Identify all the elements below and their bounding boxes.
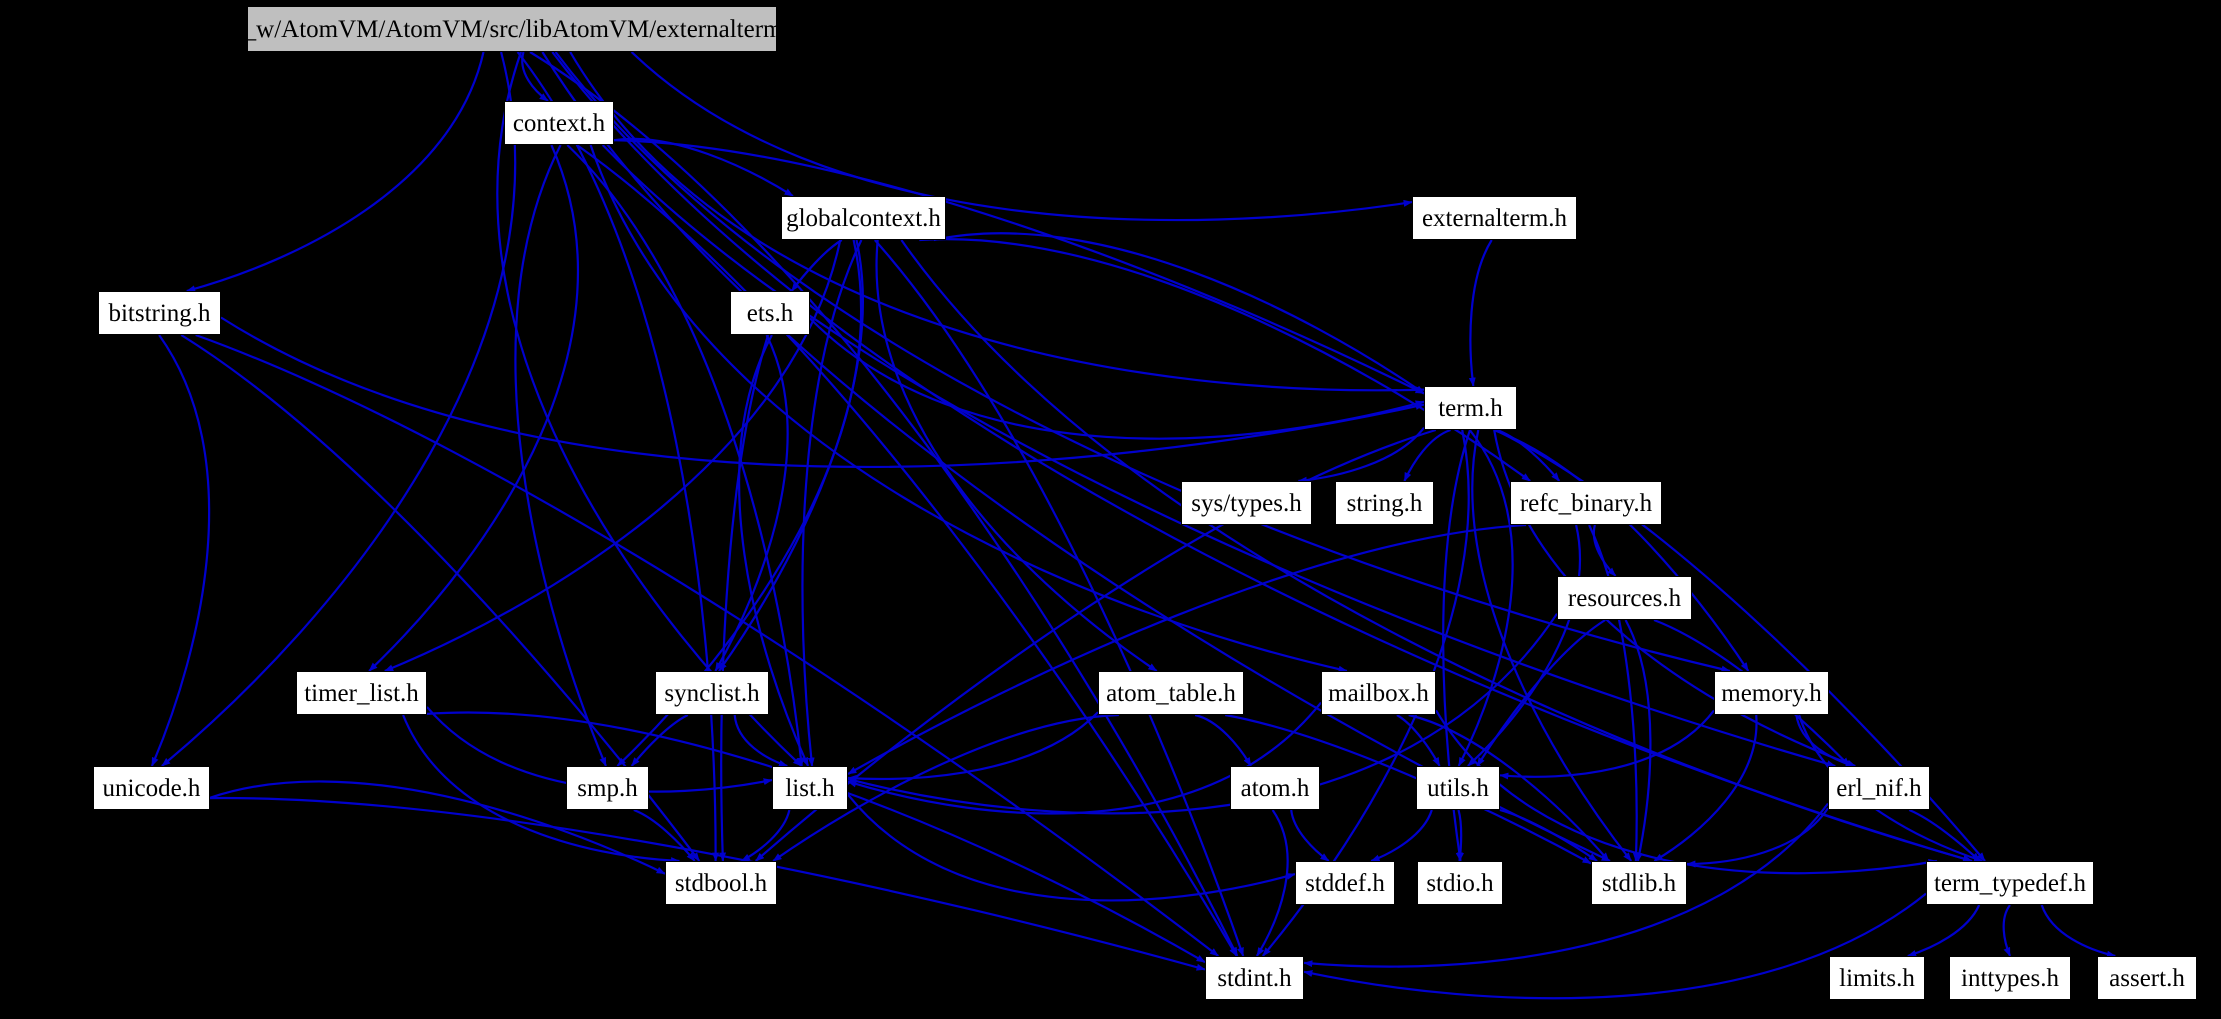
graph-edge-root-to-term xyxy=(569,51,1425,394)
graph-node-label: memory.h xyxy=(1721,679,1822,707)
graph-edge-resources-to-stdlib xyxy=(1624,619,1652,862)
graph-edge-memory-to-utils xyxy=(1499,709,1715,780)
graph-node-globalcontext[interactable]: globalcontext.h xyxy=(781,196,946,240)
graph-node-label: string.h xyxy=(1346,489,1423,517)
graph-node-label: refc_binary.h xyxy=(1519,489,1653,517)
graph-node-smp[interactable]: smp.h xyxy=(566,766,649,810)
graph-node-label: sys/types.h xyxy=(1191,489,1302,517)
graph-edge-globalcontext-to-term xyxy=(933,232,1425,395)
graph-node-root: /__w/AtomVM/AtomVM/src/libAtomVM/externa… xyxy=(224,6,800,52)
graph-node-erl_nif[interactable]: erl_nif.h xyxy=(1828,766,1930,810)
graph-edge-erl_nif-to-stdlib xyxy=(1686,807,1829,868)
graph-edge-atom-to-stddef xyxy=(1290,809,1330,862)
graph-node-stdbool[interactable]: stdbool.h xyxy=(665,861,777,905)
graph-edge-term_typedef-to-assert xyxy=(2040,904,2116,958)
graph-edge-bitstring-to-unicode xyxy=(150,334,211,767)
graph-node-label: stddef.h xyxy=(1305,869,1385,897)
graph-node-label: term_typedef.h xyxy=(1933,869,2087,897)
graph-edge-root-to-bitstring xyxy=(186,51,485,293)
graph-node-label: stdint.h xyxy=(1217,964,1292,992)
graph-node-term_typedef[interactable]: term_typedef.h xyxy=(1926,861,2094,905)
graph-node-label: term.h xyxy=(1438,394,1503,422)
graph-node-label: atom.h xyxy=(1240,774,1310,802)
graph-node-atom[interactable]: atom.h xyxy=(1230,766,1320,810)
graph-node-limits[interactable]: limits.h xyxy=(1829,956,1925,1000)
graph-node-label: utils.h xyxy=(1427,774,1489,802)
graph-node-label: /__w/AtomVM/AtomVM/src/libAtomVM/externa… xyxy=(224,15,800,43)
graph-edge-timer_list-to-stdint xyxy=(426,711,1206,964)
graph-edge-bitstring-to-term xyxy=(220,316,1425,468)
graph-node-list[interactable]: list.h xyxy=(772,766,848,810)
graph-node-label: list.h xyxy=(785,774,835,802)
graph-edge-refc_binary-to-utils xyxy=(1467,524,1582,767)
graph-node-label: unicode.h xyxy=(102,774,201,802)
graph-edge-context-to-smp xyxy=(514,144,607,767)
graph-node-unicode[interactable]: unicode.h xyxy=(93,766,210,810)
graph-node-label: timer_list.h xyxy=(304,679,419,707)
graph-edge-resources-to-utils xyxy=(1476,619,1606,767)
graph-node-stddef[interactable]: stddef.h xyxy=(1295,861,1395,905)
graph-node-synclist[interactable]: synclist.h xyxy=(655,671,769,715)
graph-node-label: stdio.h xyxy=(1426,869,1494,897)
edge-layer xyxy=(150,51,2116,1000)
graph-node-stdlib[interactable]: stdlib.h xyxy=(1591,861,1687,905)
graph-node-refc_binary[interactable]: refc_binary.h xyxy=(1510,481,1662,525)
graph-node-label: synclist.h xyxy=(664,679,760,707)
graph-edge-utils-to-stddef xyxy=(1370,809,1433,863)
graph-node-term[interactable]: term.h xyxy=(1424,386,1517,430)
graph-edge-root-to-memory xyxy=(554,51,1731,673)
graph-node-label: context.h xyxy=(512,109,606,137)
graph-node-atom_table[interactable]: atom_table.h xyxy=(1098,671,1244,715)
graph-edge-root-to-stdint xyxy=(529,51,1239,957)
graph-edge-root-to-unicode xyxy=(161,51,517,767)
graph-edge-term_typedef-to-limits xyxy=(1907,904,1981,958)
graph-node-label: mailbox.h xyxy=(1328,679,1429,707)
graph-node-label: inttypes.h xyxy=(1961,964,2059,992)
graph-node-assert[interactable]: assert.h xyxy=(2097,956,2197,1000)
graph-node-externalterm[interactable]: externalterm.h xyxy=(1412,196,1577,240)
graph-node-label: ets.h xyxy=(746,299,794,327)
graph-node-label: assert.h xyxy=(2109,964,2185,992)
graph-node-stdio[interactable]: stdio.h xyxy=(1417,861,1503,905)
graph-node-label: smp.h xyxy=(577,774,638,802)
graph-node-label: bitstring.h xyxy=(108,299,211,327)
graph-node-label: externalterm.h xyxy=(1421,204,1568,232)
graph-edge-root-to-externalterm xyxy=(630,51,1413,222)
graph-edge-context-to-term xyxy=(613,139,1425,395)
graph-edge-atom_table-to-atom xyxy=(1194,713,1252,767)
graph-node-label: atom_table.h xyxy=(1106,679,1236,707)
graph-edge-context-to-mailbox xyxy=(589,144,1348,673)
graph-node-utils[interactable]: utils.h xyxy=(1416,766,1500,810)
graph-node-label: limits.h xyxy=(1839,964,1915,992)
graph-node-string[interactable]: string.h xyxy=(1335,481,1434,525)
graph-node-stdint[interactable]: stdint.h xyxy=(1205,956,1304,1000)
graph-edge-list-to-stddef xyxy=(847,794,1296,902)
graph-node-label: resources.h xyxy=(1567,584,1682,612)
graph-edge-term_typedef-to-inttypes xyxy=(2002,904,2012,957)
graph-edge-root-to-term_typedef xyxy=(551,51,1972,863)
graph-node-label: erl_nif.h xyxy=(1836,774,1922,802)
graph-node-resources[interactable]: resources.h xyxy=(1557,576,1692,620)
include-dependency-graph: /__w/AtomVM/AtomVM/src/libAtomVM/externa… xyxy=(0,0,2221,1019)
graph-node-context[interactable]: context.h xyxy=(504,101,614,145)
graph-node-bitstring[interactable]: bitstring.h xyxy=(98,291,221,335)
graph-node-label: stdlib.h xyxy=(1601,869,1677,897)
graph-node-systypes[interactable]: sys/types.h xyxy=(1181,481,1312,525)
graph-node-memory[interactable]: memory.h xyxy=(1714,671,1829,715)
graph-edge-globalcontext-to-stdint xyxy=(873,239,1245,957)
graph-node-label: stdbool.h xyxy=(674,869,768,897)
graph-node-mailbox[interactable]: mailbox.h xyxy=(1321,671,1436,715)
graph-edge-externalterm-to-term xyxy=(1468,239,1493,387)
graph-node-timer_list[interactable]: timer_list.h xyxy=(296,671,427,715)
graph-node-label: globalcontext.h xyxy=(786,204,941,232)
graph-edge-refc_binary-to-resources xyxy=(1592,524,1617,577)
graph-edge-smp-to-stdbool xyxy=(633,808,696,862)
graph-node-ets[interactable]: ets.h xyxy=(730,291,810,335)
graph-node-inttypes[interactable]: inttypes.h xyxy=(1949,956,2071,1000)
graph-edge-term-to-systypes xyxy=(1297,427,1425,484)
